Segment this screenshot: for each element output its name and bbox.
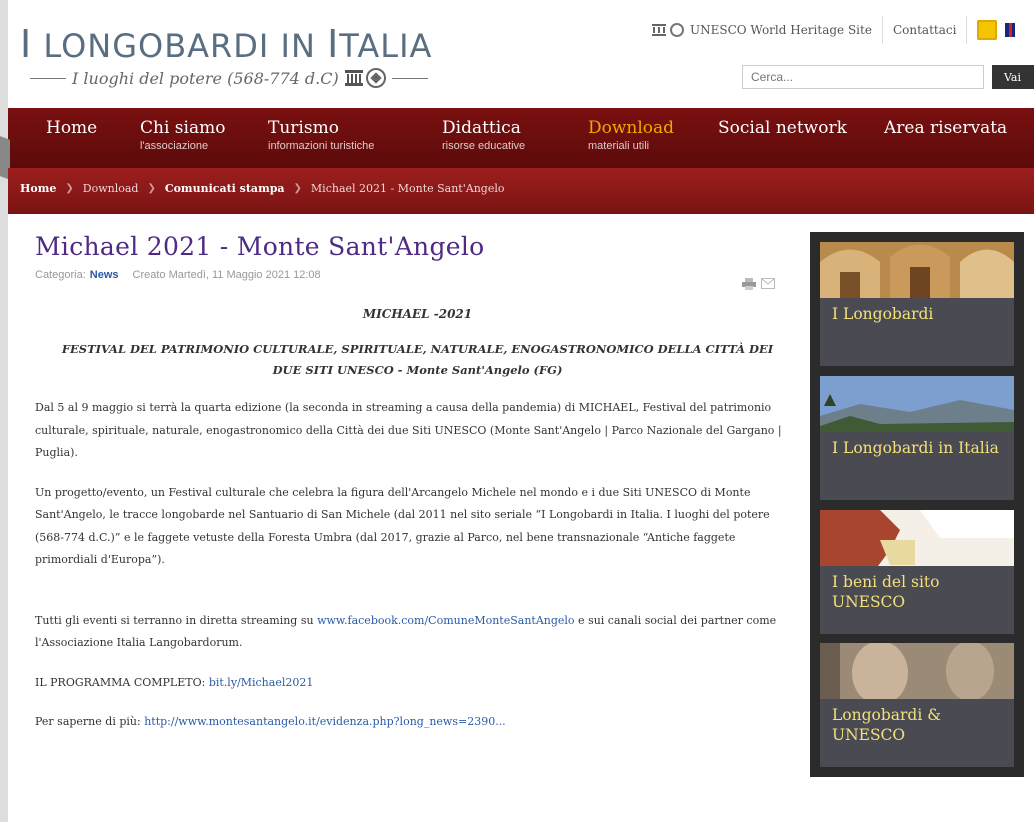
nav-item-home[interactable]: Home (46, 108, 140, 168)
sidebar-card-beni-unesco[interactable]: I beni del sito UNESCO (820, 510, 1014, 634)
english-language-icon[interactable] (1005, 23, 1016, 37)
nav-item-area-riservata[interactable]: Area riservata (884, 108, 1024, 168)
tagline-text: I luoghi del potere (568-774 d.C) (72, 68, 339, 88)
print-icon[interactable] (742, 278, 756, 290)
nav-item-download[interactable]: Download materiali utili (588, 108, 718, 176)
chevron-right-icon: ❯ (65, 183, 74, 194)
title-part-b: TALIA (339, 27, 433, 65)
programma-link[interactable]: bit.ly/Michael2021 (209, 676, 314, 689)
subheading-line-1: FESTIVAL DEL PATRIMONIO CULTURALE, SPIRI… (61, 342, 774, 356)
divider (966, 16, 968, 44)
sidebar-card-longobardi-unesco[interactable]: Longobardi & UNESCO (820, 643, 1014, 767)
fresco-chapel-image (820, 242, 1014, 302)
contact-link[interactable]: Contattaci (893, 23, 956, 37)
world-heritage-seal-icon (670, 23, 684, 37)
paragraph-2: Un progetto/evento, un Festival cultural… (35, 485, 770, 567)
unesco-temple-icon (344, 70, 363, 86)
paragraph-1: Dal 5 al 9 maggio si terrà la quarta edi… (35, 401, 782, 459)
article-meta: Categoria: News Creato Martedì, 11 Maggi… (35, 269, 800, 281)
title-initial-i: I (327, 22, 340, 66)
sidebar-card-longobardi[interactable]: I Longobardi (820, 242, 1014, 366)
unesco-link[interactable]: UNESCO World Heritage Site (690, 23, 872, 37)
title-initial: I (20, 22, 33, 66)
chevron-right-icon: ❯ (293, 183, 302, 194)
nav-item-chi-siamo[interactable]: Chi siamo l'associazione (140, 108, 268, 168)
nav-sub: materiali utili (588, 140, 650, 152)
sidebar-card-label: I Longobardi (832, 305, 934, 323)
breadcrumb-comunicati[interactable]: Comunicati stampa (165, 182, 285, 195)
italian-language-icon[interactable] (977, 20, 998, 40)
category-label: Categoria: (35, 269, 86, 281)
main-nav: Home Chi siamo l'associazione Turismo in… (8, 108, 1034, 176)
nav-item-turismo[interactable]: Turismo informazioni turistiche (268, 108, 442, 168)
landscape-image (820, 376, 1014, 436)
saperne-label: Per saperne di più: (35, 715, 145, 728)
world-heritage-seal-icon (365, 68, 386, 88)
programma-label: IL PROGRAMMA COMPLETO: (35, 675, 209, 689)
stone-sculpture-image (820, 643, 1014, 703)
paragraph-4: IL PROGRAMMA COMPLETO: bit.ly/Michael202… (35, 672, 800, 695)
nav-label: Chi siamo (140, 118, 226, 138)
facebook-link[interactable]: www.facebook.com/ComuneMonteSantAngelo (317, 614, 574, 627)
nav-label: Didattica (442, 118, 521, 138)
nav-label: Area riservata (884, 118, 1008, 138)
nav-item-didattica[interactable]: Didattica risorse educative (442, 108, 588, 168)
nav-label: Home (46, 118, 98, 138)
paragraph-3-text: Tutti gli eventi si terranno in diretta … (35, 613, 318, 627)
nav-sub: informazioni turistiche (268, 140, 375, 152)
tagline-rule-left (30, 77, 66, 79)
category-link[interactable]: News (90, 269, 119, 281)
nav-label: Download (588, 118, 675, 138)
breadcrumb-download[interactable]: Download (83, 182, 139, 195)
article-subheading: FESTIVAL DEL PATRIMONIO CULTURALE, SPIRI… (35, 339, 800, 381)
nav-label: Social network (718, 118, 847, 138)
nav-sub: l'associazione (140, 140, 209, 152)
paragraph-3: Tutti gli eventi si terranno in diretta … (35, 610, 800, 655)
article-title: Michael 2021 - Monte Sant'Angelo (35, 232, 485, 261)
sidebar-card-label: Longobardi & UNESCO (832, 706, 942, 744)
created-date: Creato Martedì, 11 Maggio 2021 12:08 (132, 269, 321, 281)
breadcrumb-current: Michael 2021 - Monte Sant'Angelo (310, 182, 505, 195)
article: Michael 2021 - Monte Sant'Angelo Categor… (35, 232, 800, 734)
search-input[interactable] (742, 65, 984, 89)
title-part-a: LONGOBARDI IN (43, 27, 328, 65)
email-icon[interactable] (761, 278, 775, 289)
chevron-right-icon: ❯ (147, 183, 156, 194)
sidebar: I Longobardi I Longobardi in Italia I be… (810, 232, 1024, 777)
sidebar-card-label: I beni del sito UNESCO (832, 573, 940, 611)
nav-item-social-network[interactable]: Social network (718, 108, 884, 168)
search-button[interactable]: Vai (992, 65, 1034, 89)
top-links: UNESCO World Heritage Site Contattaci (652, 16, 1016, 44)
left-edge (0, 0, 8, 822)
site-tagline: I luoghi del potere (568-774 d.C) (30, 68, 428, 88)
tagline-rule-right (391, 77, 428, 79)
site-logo-title[interactable]: I LONGOBARDI IN ITALIA (20, 22, 432, 66)
unesco-logos (344, 68, 386, 88)
breadcrumb-banner: Home ❯ Download ❯ Comunicati stampa ❯ Mi… (8, 168, 1034, 214)
breadcrumb: Home ❯ Download ❯ Comunicati stampa ❯ Mi… (20, 182, 504, 195)
unesco-temple-icon (652, 24, 666, 36)
sidebar-card-label: I Longobardi in Italia (832, 439, 999, 457)
sidebar-card-longobardi-italia[interactable]: I Longobardi in Italia (820, 376, 1014, 500)
map-of-italy-image (820, 510, 1014, 570)
divider (881, 16, 883, 44)
nav-label: Turismo (268, 118, 339, 138)
subheading-line-2: DUE SITI UNESCO - Monte Sant'Angelo (FG) (272, 363, 563, 377)
breadcrumb-home[interactable]: Home (20, 182, 56, 195)
nav-sub: risorse educative (442, 140, 526, 152)
paragraph-5: Per saperne di più: http://www.montesant… (35, 711, 800, 734)
article-heading: MICHAEL -2021 (362, 307, 473, 321)
montesantangelo-link[interactable]: http://www.montesantangelo.it/evidenza.p… (144, 715, 506, 728)
